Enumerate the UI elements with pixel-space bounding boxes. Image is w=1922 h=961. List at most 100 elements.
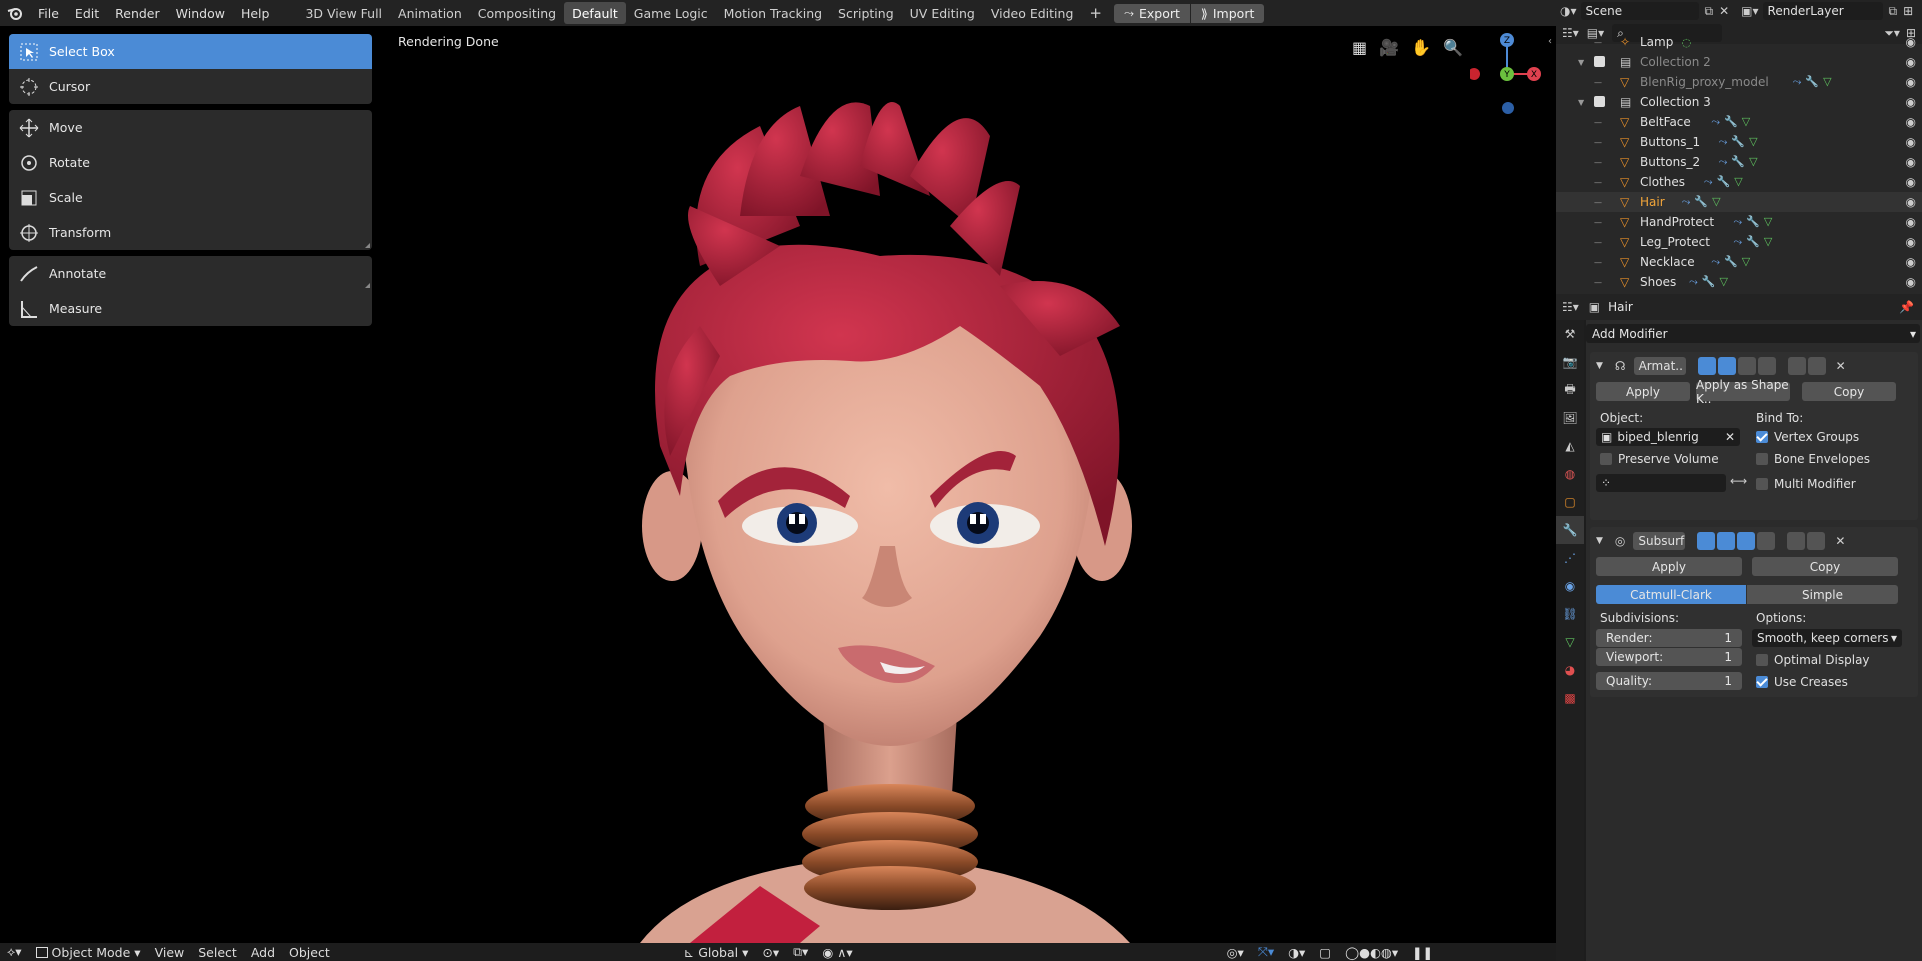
tab-scripting[interactable]: Scripting (830, 2, 902, 24)
tab-tool[interactable]: ⚒ (1556, 320, 1584, 348)
render-levels-field[interactable]: Render: 1 (1596, 629, 1742, 647)
eye-visibility-icon[interactable]: ◉ (1906, 275, 1916, 289)
outliner-row[interactable]: — ▽ BeltFace ⤳🔧▽ ◉ (1556, 112, 1922, 132)
armature-apply-shape-button[interactable]: Apply as Shape K.. (1696, 378, 1790, 406)
grid-icon[interactable]: ▦ (1352, 38, 1367, 57)
eye-visibility-icon[interactable]: ◉ (1906, 75, 1916, 89)
clear-object-icon[interactable]: ✕ (1725, 430, 1735, 444)
optimal-display-checkbox[interactable] (1756, 654, 1768, 666)
xray-icon[interactable]: ▢ (1312, 945, 1338, 960)
add-modifier-dropdown[interactable]: Add Modifier ▾ (1586, 324, 1920, 343)
tab-texture[interactable]: ▩ (1556, 684, 1584, 712)
vertex-group-field[interactable]: ⁘ (1596, 474, 1726, 492)
armature-object-field[interactable]: ▣ biped_blenrig ✕ (1596, 428, 1740, 446)
render-layer-icon[interactable]: ▣▾ (1741, 4, 1758, 18)
cage-toggle-icon[interactable] (1757, 532, 1776, 550)
tool-move[interactable]: Move (9, 110, 372, 145)
tool-rotate[interactable]: Rotate (9, 145, 372, 180)
viewport-levels-field[interactable]: Viewport: 1 (1596, 648, 1742, 666)
mode-select[interactable]: Object Mode ▾ (29, 945, 148, 960)
collapse-triangle-icon[interactable]: ▼ (1596, 536, 1603, 546)
tab-physics[interactable]: ◉ (1556, 572, 1584, 600)
add-workspace-button[interactable]: + (1081, 2, 1110, 24)
tab-scene[interactable]: ◭ (1556, 432, 1584, 460)
orientation-select[interactable]: ⊾ Global ▾ (677, 945, 756, 960)
menu-window[interactable]: Window (168, 0, 233, 26)
tab-default[interactable]: Default (564, 2, 626, 24)
move-down-icon[interactable] (1807, 532, 1826, 550)
move-up-icon[interactable] (1787, 357, 1806, 375)
editmode-toggle-icon[interactable] (1737, 532, 1756, 550)
render-layer-field[interactable]: RenderLayer (1762, 2, 1883, 20)
render-toggle-icon[interactable] (1697, 532, 1716, 550)
multi-modifier-checkbox[interactable] (1756, 478, 1768, 490)
uv-smooth-dropdown[interactable]: Smooth, keep corners ▾ (1752, 629, 1902, 647)
catmull-clark-toggle[interactable]: Catmull-Clark (1596, 585, 1746, 604)
remove-scene-icon[interactable]: ✕ (1719, 4, 1729, 18)
tab-constraints[interactable]: ⛓ (1556, 600, 1584, 628)
pause-icon[interactable]: ❚❚ (1405, 945, 1440, 960)
tab-output[interactable]: 🖶 (1556, 376, 1584, 404)
menu-render[interactable]: Render (107, 0, 168, 26)
copy-layer-icon[interactable]: ⧉ (1889, 4, 1898, 19)
collection-checkbox[interactable] (1594, 56, 1605, 67)
tab-render[interactable]: 📷 (1556, 348, 1584, 376)
simple-toggle[interactable]: Simple (1747, 585, 1898, 604)
collapse-triangle-icon[interactable]: ▼ (1596, 361, 1603, 371)
proportional-edit-icon[interactable]: ◉ ∧▾ (815, 945, 859, 960)
new-layer-icon[interactable]: ⊞ (1903, 4, 1913, 18)
menu-help[interactable]: Help (233, 0, 278, 26)
eye-visibility-icon[interactable]: ◉ (1906, 255, 1916, 269)
use-creases-checkbox[interactable] (1756, 676, 1768, 688)
snap-icon[interactable]: ⧉▾ (786, 944, 815, 960)
quality-field[interactable]: Quality: 1 (1596, 672, 1742, 690)
tab-video-editing[interactable]: Video Editing (983, 2, 1082, 24)
eye-visibility-icon[interactable]: ◉ (1906, 115, 1916, 129)
outliner-row[interactable]: ▼ ▤ Collection 2 ◉ (1556, 52, 1922, 72)
blender-logo-icon[interactable] (0, 6, 30, 20)
editmode-toggle-icon[interactable] (1737, 357, 1756, 375)
import-button[interactable]: ⟫ Import (1190, 3, 1265, 23)
menu-view[interactable]: View (148, 945, 192, 960)
eye-visibility-icon[interactable]: ◉ (1906, 175, 1916, 189)
menu-select[interactable]: Select (191, 945, 244, 960)
axis-gizmo[interactable]: Z Y X (1470, 30, 1550, 110)
tab-compositing[interactable]: Compositing (470, 2, 564, 24)
tab-particles[interactable]: ⋰ (1556, 544, 1584, 572)
tool-cursor[interactable]: Cursor (9, 69, 372, 104)
outliner-row[interactable]: — ▽ Leg_Protect ⤳🔧▽ ◉ (1556, 232, 1922, 252)
outliner-row[interactable]: — ▽ HandProtect ⤳🔧▽ ◉ (1556, 212, 1922, 232)
eye-visibility-icon[interactable]: ◉ (1906, 55, 1916, 69)
editor-type-icon[interactable]: ⟡▾ (0, 944, 29, 960)
tool-select-box[interactable]: Select Box (9, 34, 372, 69)
scene-icon[interactable]: ◑▾ (1560, 4, 1577, 18)
outliner-row[interactable]: — ▽ Clothes ⤳🔧▽ ◉ (1556, 172, 1922, 192)
move-down-icon[interactable] (1807, 357, 1826, 375)
remove-modifier-icon[interactable]: ✕ (1836, 359, 1846, 373)
viewport-toggle-icon[interactable] (1717, 532, 1736, 550)
overlay-icon[interactable]: ◑▾ (1281, 945, 1312, 960)
vertex-groups-checkbox[interactable] (1756, 431, 1768, 443)
tool-annotate[interactable]: Annotate (9, 256, 372, 291)
tool-scale[interactable]: Scale (9, 180, 372, 215)
menu-add[interactable]: Add (244, 945, 282, 960)
tab-motion-tracking[interactable]: Motion Tracking (716, 2, 830, 24)
menu-object[interactable]: Object (282, 945, 337, 960)
eye-visibility-icon[interactable]: ◉ (1906, 235, 1916, 249)
expand-triangle-icon[interactable]: ▼ (1578, 98, 1584, 107)
armature-apply-button[interactable]: Apply (1596, 382, 1690, 401)
outliner-row[interactable]: — ▽ Buttons_1 ⤳🔧▽ ◉ (1556, 132, 1922, 152)
armature-copy-button[interactable]: Copy (1802, 382, 1896, 401)
outliner-row[interactable]: — ▽ Hair ⤳🔧▽ ◉ (1556, 192, 1922, 212)
armature-name-field[interactable]: Armat.. (1633, 357, 1686, 375)
outliner-row[interactable]: — ▽ Shoes ⤳🔧▽ ◉ (1556, 272, 1922, 292)
visibility-icon[interactable]: ◎▾ (1220, 945, 1251, 960)
eye-visibility-icon[interactable]: ◉ (1906, 135, 1916, 149)
eye-visibility-icon[interactable]: ◉ (1906, 35, 1916, 49)
tab-object[interactable]: ▢ (1556, 488, 1584, 516)
subsurf-copy-button[interactable]: Copy (1752, 557, 1898, 576)
outliner-row[interactable]: — ▽ Necklace ⤳🔧▽ ◉ (1556, 252, 1922, 272)
outliner-row[interactable]: ▼ ▤ Collection 3 ◉ (1556, 92, 1922, 112)
hand-pan-icon[interactable]: ✋ (1411, 38, 1431, 57)
tab-game-logic[interactable]: Game Logic (626, 2, 716, 24)
